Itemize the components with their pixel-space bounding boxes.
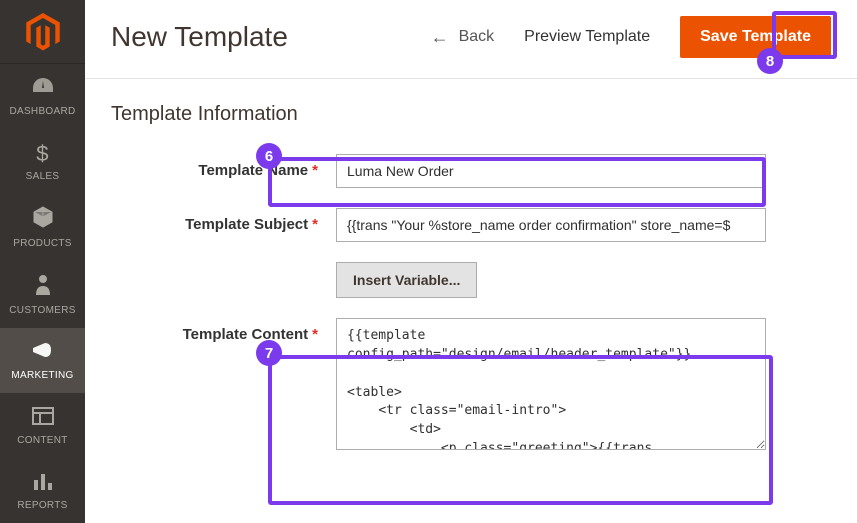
template-subject-input[interactable] (336, 208, 766, 242)
sidebar-item-content[interactable]: CONTENT (0, 393, 85, 458)
sidebar-label: CONTENT (17, 435, 67, 446)
template-subject-row: Template Subject* (111, 208, 831, 242)
main-content: New Template ← Back Preview Template Sav… (85, 0, 857, 523)
admin-sidebar: DASHBOARD $ SALES PRODUCTS CUSTOMERS MAR… (0, 0, 85, 523)
insert-variable-row: Insert Variable... (111, 262, 831, 298)
required-marker: * (312, 162, 318, 179)
dollar-icon: $ (36, 141, 49, 167)
template-content-label: Template Content* (111, 318, 336, 343)
template-name-input[interactable] (336, 154, 766, 188)
sidebar-label: MARKETING (11, 370, 73, 381)
annotation-badge-8: 8 (757, 48, 783, 74)
logo[interactable] (0, 0, 85, 64)
insert-variable-button[interactable]: Insert Variable... (336, 262, 477, 298)
sidebar-label: SALES (26, 171, 60, 182)
section-title: Template Information (111, 103, 831, 126)
required-marker: * (312, 216, 318, 233)
page-title: New Template (111, 21, 288, 53)
template-subject-label: Template Subject* (111, 208, 336, 233)
layout-icon (32, 405, 54, 431)
template-content-textarea[interactable] (336, 318, 766, 450)
sidebar-item-marketing[interactable]: MARKETING (0, 328, 85, 393)
barchart-icon (32, 470, 54, 496)
box-icon (32, 206, 54, 234)
person-icon (34, 273, 52, 301)
required-marker: * (312, 326, 318, 343)
back-button[interactable]: ← Back (431, 27, 495, 48)
template-name-row: Template Name* (111, 154, 831, 188)
sidebar-item-reports[interactable]: REPORTS (0, 458, 85, 523)
annotation-badge-7: 7 (256, 340, 282, 366)
sidebar-label: DASHBOARD (9, 106, 75, 117)
save-template-button[interactable]: Save Template (680, 16, 831, 58)
sidebar-label: PRODUCTS (13, 238, 72, 249)
sidebar-item-dashboard[interactable]: DASHBOARD (0, 64, 85, 129)
sidebar-item-sales[interactable]: $ SALES (0, 129, 85, 194)
dashboard-icon (31, 76, 55, 102)
arrow-left-icon: ← (431, 27, 449, 48)
template-content-row: Template Content* (111, 318, 831, 455)
preview-template-button[interactable]: Preview Template (524, 28, 650, 46)
sidebar-label: CUSTOMERS (9, 305, 75, 316)
template-information-section: Template Information Template Name* Temp… (85, 79, 857, 455)
page-header: New Template ← Back Preview Template Sav… (85, 0, 857, 79)
sidebar-item-products[interactable]: PRODUCTS (0, 194, 85, 261)
template-name-label: Template Name* (111, 154, 336, 179)
megaphone-icon (31, 340, 55, 366)
annotation-badge-6: 6 (256, 143, 282, 169)
sidebar-label: REPORTS (17, 500, 67, 511)
magento-logo-icon (26, 13, 60, 51)
sidebar-item-customers[interactable]: CUSTOMERS (0, 261, 85, 328)
back-label: Back (459, 28, 495, 46)
